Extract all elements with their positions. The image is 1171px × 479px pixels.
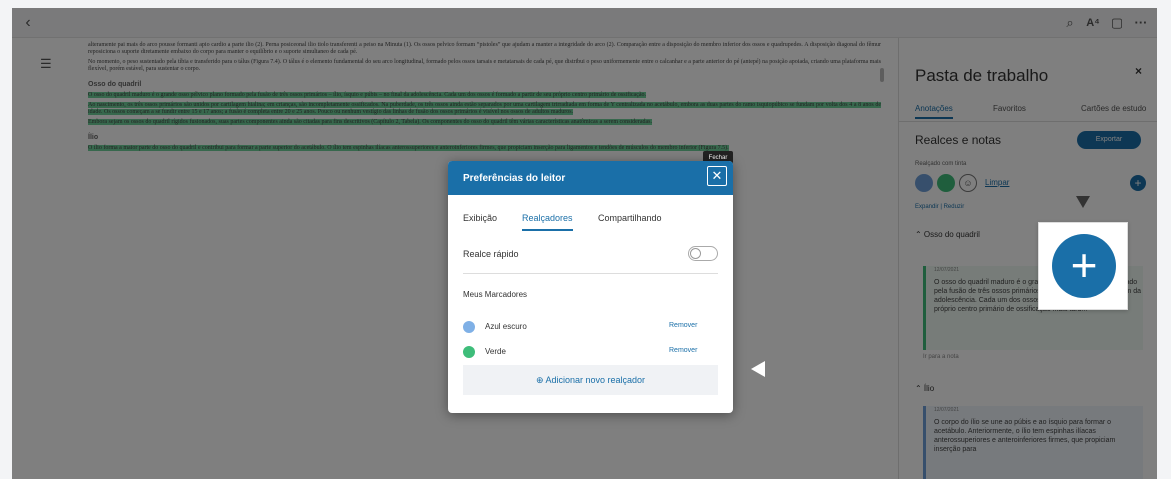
panel-section-osso-do-quadril[interactable]: ⌃ Osso do quadril: [915, 230, 980, 239]
marker-name: Verde: [485, 347, 506, 356]
document-scrollbar[interactable]: [880, 68, 884, 82]
dialog-title: Preferências do leitor: [463, 173, 566, 184]
filter-note-icon[interactable]: ☺: [959, 174, 977, 192]
divider: [463, 273, 718, 274]
font-size-icon[interactable]: A⁴: [1083, 14, 1103, 32]
toggle-knob: [690, 248, 701, 259]
highlighted-paragraph[interactable]: Embora sejam os ossos do quadril rígidos…: [88, 119, 652, 125]
filter-label: Realçado com tinta: [915, 161, 967, 167]
zoom-callout: +: [1038, 222, 1128, 310]
search-icon[interactable]: ⌕: [1062, 14, 1078, 32]
back-chevron-icon[interactable]: ‹: [20, 14, 36, 32]
left-rail: ☰: [12, 38, 82, 479]
marker-row: Azul escuro Remover: [463, 319, 718, 337]
note-footer-link[interactable]: Ir para a nota: [923, 354, 959, 360]
marker-color-swatch: [463, 321, 475, 333]
workbook-pane-icon[interactable]: ▢: [1108, 14, 1126, 32]
document-paragraph: alteramente pai mais do arco pousse form…: [88, 42, 881, 55]
divider: [899, 121, 1157, 122]
tab-anotacoes[interactable]: Anotações: [915, 104, 953, 119]
reader-preferences-dialog: Preferências do leitor ✕ Exibição Realça…: [448, 161, 733, 413]
tab-realcadores[interactable]: Realçadores: [522, 213, 573, 231]
highlighted-paragraph[interactable]: O ílio forma a maior parte do osso do qu…: [88, 145, 729, 151]
filter-blue-swatch[interactable]: [915, 174, 933, 192]
clear-filter-link[interactable]: Limpar: [985, 178, 1009, 187]
export-button[interactable]: Exportar: [1077, 131, 1141, 149]
quick-highlight-toggle[interactable]: [688, 246, 718, 261]
highlighted-paragraph[interactable]: Ao nascimento, os três ossos primários s…: [88, 102, 881, 115]
remove-marker-link[interactable]: Remover: [669, 322, 697, 329]
panel-close-icon[interactable]: ×: [1135, 64, 1142, 78]
expand-collapse-links[interactable]: Expandir | Reduzir: [915, 204, 964, 210]
add-new-highlighter-button[interactable]: ⊕ Adicionar novo realçador: [463, 365, 718, 395]
section-heading-ilio: Ílio: [88, 134, 99, 141]
dialog-close-icon[interactable]: ✕: [707, 166, 727, 186]
top-toolbar: ‹ ⌕ A⁴ ▢ ···: [12, 8, 1157, 38]
highlighted-paragraph[interactable]: O osso do quadril maduro é o grande osso…: [88, 92, 647, 98]
tab-exibicao[interactable]: Exibição: [463, 213, 497, 223]
screen: ‹ ⌕ A⁴ ▢ ··· ☰ alteramente pai mais do a…: [0, 0, 1171, 479]
dialog-header: Preferências do leitor ✕: [448, 161, 733, 195]
highlight-note[interactable]: 12/07/2021 O corpo do ílio se une ao púb…: [923, 406, 1143, 479]
marker-color-swatch: [463, 346, 475, 358]
table-of-contents-icon[interactable]: ☰: [40, 56, 52, 72]
marker-row: Verde Remover: [463, 344, 718, 362]
note-text: O corpo do ílio se une ao púbis e ao ísq…: [934, 419, 1116, 453]
tab-favoritos[interactable]: Favoritos: [993, 104, 1026, 113]
document-paragraph: No momento, o peso sustentado pela tíbia…: [88, 59, 881, 72]
filter-green-swatch[interactable]: [937, 174, 955, 192]
panel-subtitle: Realces e notas: [915, 133, 1002, 147]
tab-compartilhando[interactable]: Compartilhando: [598, 213, 662, 223]
quick-highlight-label: Realce rápido: [463, 249, 519, 259]
marker-name: Azul escuro: [485, 322, 527, 331]
pointer-arrow-icon: [751, 361, 765, 377]
panel-title: Pasta de trabalho: [915, 66, 1049, 85]
panel-section-ilio[interactable]: ⌃ Ílio: [915, 384, 934, 393]
remove-marker-link[interactable]: Remover: [669, 347, 697, 354]
tab-cartoes-de-estudo[interactable]: Cartões de estudo: [1081, 104, 1146, 113]
note-date: 12/07/2021: [934, 407, 960, 413]
section-heading-osso-do-quadril: Osso do quadril: [88, 81, 142, 88]
pointer-down-arrow-icon: [1076, 196, 1090, 208]
my-markers-label: Meus Marcadores: [463, 290, 528, 299]
more-options-icon[interactable]: ···: [1132, 14, 1150, 32]
add-filter-icon[interactable]: +: [1130, 175, 1146, 191]
add-plus-icon[interactable]: +: [1052, 234, 1116, 298]
